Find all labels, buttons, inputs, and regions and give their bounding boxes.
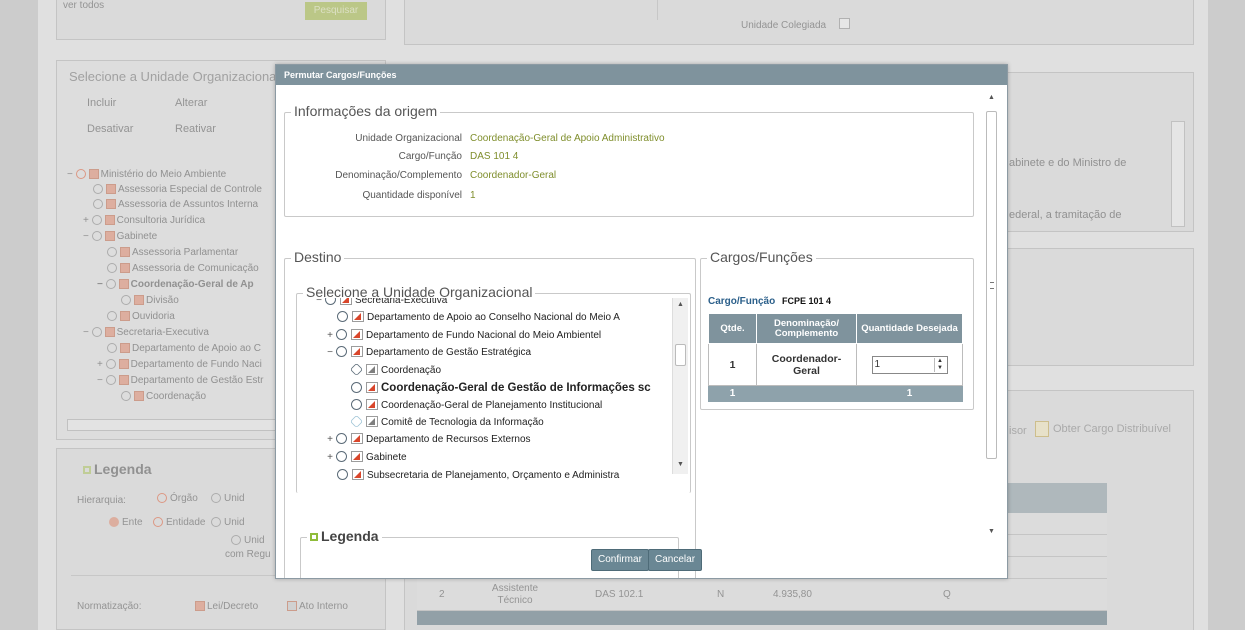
cargos-table: Qtde. Denominação/ Complemento Quantidad… (708, 313, 963, 402)
cargos-table-row: 1 Coordenador-Geral 1 ▲ ▼ (708, 343, 963, 386)
origem-value-unidade: Coordenação-Geral de Apoio Administrativ… (470, 133, 665, 144)
modal-scroll-up-icon[interactable]: ▲ (984, 91, 999, 105)
scroll-down-icon[interactable]: ▼ (673, 458, 688, 472)
grip-icon (990, 282, 994, 289)
cargo-funcao-value: FCPE 101 4 (782, 296, 832, 306)
origem-label-unidade: Unidade Organizacional (355, 133, 462, 144)
legenda-legend: Legenda (307, 528, 382, 544)
footer-empty (756, 385, 857, 402)
tree-item-comite-ti[interactable]: Comitê de Tecnologia da Informação (349, 414, 544, 430)
tree-item-dep-recursos[interactable]: + Departamento de Recursos Externos (326, 433, 531, 447)
origem-label-quantidade: Quantidade disponível (362, 190, 462, 201)
tree-item-secretaria-executiva[interactable]: − Secretaria-Executiva (315, 298, 447, 308)
destino-fieldset: Destino Selecione a Unidade Organizacion… (284, 249, 696, 578)
unit-tree: − Secretaria-Executiva Departamento de Ap… (297, 298, 672, 482)
tree-item-coordenacao[interactable]: Coordenação (349, 362, 441, 378)
confirm-button[interactable]: Confirmar (591, 549, 649, 571)
cell-desejada: 1 ▲ ▼ (856, 343, 963, 386)
scroll-thumb[interactable] (675, 344, 686, 366)
origem-value-denominacao: Coordenador-Geral (470, 170, 557, 181)
tree-item-gabinete[interactable]: + Gabinete (326, 451, 407, 465)
tree-item-dep-gestao[interactable]: − Departamento de Gestão Estratégica (326, 346, 531, 360)
col-denominacao: Denominação/ Complemento (756, 313, 857, 344)
cell-denominacao: Coordenador-Geral (756, 343, 857, 386)
cell-qtde: 1 (708, 343, 757, 386)
cargos-table-header: Qtde. Denominação/ Complemento Quantidad… (708, 313, 963, 344)
footer-desejada: 1 (856, 385, 963, 402)
tree-item-cg-gestao-informacoes[interactable]: Coordenação-Geral de Gestão de Informaçõ… (351, 381, 651, 395)
modal-title: Permutar Cargos/Funções (276, 65, 1007, 85)
tree-item-dep-fundo[interactable]: + Departamento de Fundo Nacional do Meio … (326, 329, 601, 343)
origem-value-cargo: DAS 101 4 (470, 151, 519, 162)
origem-fieldset: Informações da origem Unidade Organizaci… (284, 103, 974, 217)
modal-scroll-thumb[interactable] (986, 111, 997, 459)
select-unit-fieldset: Selecione a Unidade Organizacional − Secr… (296, 284, 691, 493)
cargo-funcao-label: Cargo/Função (708, 296, 776, 307)
stepper-arrows-icon[interactable]: ▲ ▼ (933, 357, 946, 372)
modal-scrollbar[interactable]: ▲ ▼ (984, 85, 1000, 578)
permutar-modal: Permutar Cargos/Funções Informações da o… (275, 64, 1008, 579)
col-desejada: Quantidade Desejada (856, 313, 963, 344)
cancel-button[interactable]: Cancelar (648, 549, 703, 571)
modal-scroll-down-icon[interactable]: ▼ (984, 525, 999, 539)
origem-label-denominacao: Denominação/Complemento (335, 170, 462, 181)
cargos-fieldset: Cargos/Funções Cargo/Função FCPE 101 4 Q… (700, 249, 974, 410)
footer-qtde: 1 (708, 385, 757, 402)
cargos-table-footer: 1 1 (708, 385, 963, 402)
tree-item-cg-planejamento[interactable]: Coordenação-Geral de Planejamento Instit… (351, 399, 602, 413)
cargo-funcao-line: Cargo/Função FCPE 101 4 (708, 296, 831, 307)
origem-legend: Informações da origem (291, 103, 441, 119)
cargos-legend: Cargos/Funções (707, 249, 816, 265)
quantidade-desejada-stepper[interactable]: 1 ▲ ▼ (871, 355, 948, 374)
scroll-up-icon[interactable]: ▲ (673, 298, 688, 312)
destino-legend: Destino (291, 249, 345, 265)
legenda-toggle-icon[interactable] (310, 533, 318, 541)
tree-item-subsecretaria[interactable]: Subsecretaria de Planejamento, Orçamento… (337, 469, 619, 482)
unit-tree-scrollbar[interactable]: ▲ ▼ (672, 298, 688, 474)
col-qtde: Qtde. (708, 313, 757, 344)
origem-value-quantidade: 1 (470, 190, 476, 201)
tree-item-dep-apoio[interactable]: Departamento de Apoio ao Conselho Nacion… (337, 311, 620, 325)
modal-body: Informações da origem Unidade Organizaci… (276, 85, 1007, 578)
origem-label-cargo: Cargo/Função (398, 151, 462, 162)
